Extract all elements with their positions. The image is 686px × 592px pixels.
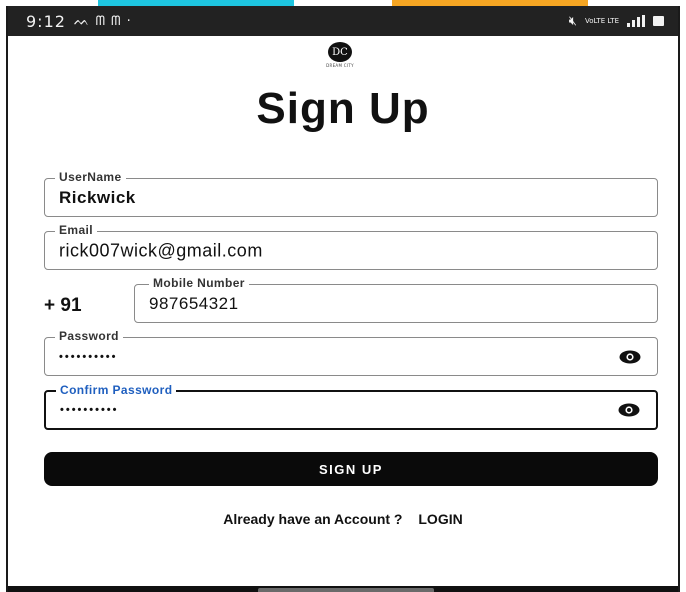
country-code[interactable]: + 91 [44, 295, 82, 317]
email-value: rick007wick@gmail.com [59, 240, 263, 260]
battery-icon [653, 16, 664, 26]
username-value: Rickwick [59, 187, 136, 207]
sign-up-button[interactable]: SIGN UP [44, 452, 658, 486]
password-value: •••••••••• [59, 350, 118, 363]
eye-icon[interactable] [618, 403, 640, 417]
password-label: Password [55, 329, 123, 343]
password-field[interactable]: Password •••••••••• [44, 329, 658, 376]
home-indicator[interactable] [258, 588, 434, 592]
confirm-password-value: •••••••••• [60, 404, 119, 416]
eye-icon[interactable] [619, 350, 641, 364]
page-title: Sign Up [256, 84, 430, 133]
email-field[interactable]: Email rick007wick@gmail.com [44, 223, 658, 270]
login-link[interactable]: LOGIN [418, 511, 462, 527]
logo-text: DREAM CITY [326, 63, 354, 68]
login-prompt-text: Already have an Account ? [223, 511, 403, 527]
app-logo: DC DREAM CITY [322, 42, 358, 72]
signal-icon [627, 15, 645, 27]
status-bar: 9:12 ᨓ ᗰ ᗰ · 🔇︎ VoLTE LTE [8, 6, 678, 36]
username-field[interactable]: UserName Rickwick [44, 170, 658, 217]
mobile-number-label: Mobile Number [149, 276, 249, 290]
confirm-password-label: Confirm Password [56, 383, 177, 397]
login-prompt: Already have an Account ? LOGIN [8, 511, 678, 527]
confirm-password-field[interactable]: Confirm Password •••••••••• [44, 383, 658, 430]
notification-icons: ᨓ ᗰ ᗰ · [73, 13, 132, 29]
email-label: Email [55, 223, 98, 237]
network-label: VoLTE LTE [584, 17, 619, 25]
mute-icon: 🔇︎ [568, 13, 577, 29]
mobile-number-value: 987654321 [149, 293, 239, 313]
logo-monogram: DC [328, 42, 352, 62]
mobile-number-field[interactable]: Mobile Number 987654321 [134, 276, 658, 323]
username-label: UserName [55, 170, 126, 184]
phone-screen: 9:12 ᨓ ᗰ ᗰ · 🔇︎ VoLTE LTE DC DREAM CITY … [6, 6, 680, 592]
status-time: 9:12 [26, 11, 66, 31]
